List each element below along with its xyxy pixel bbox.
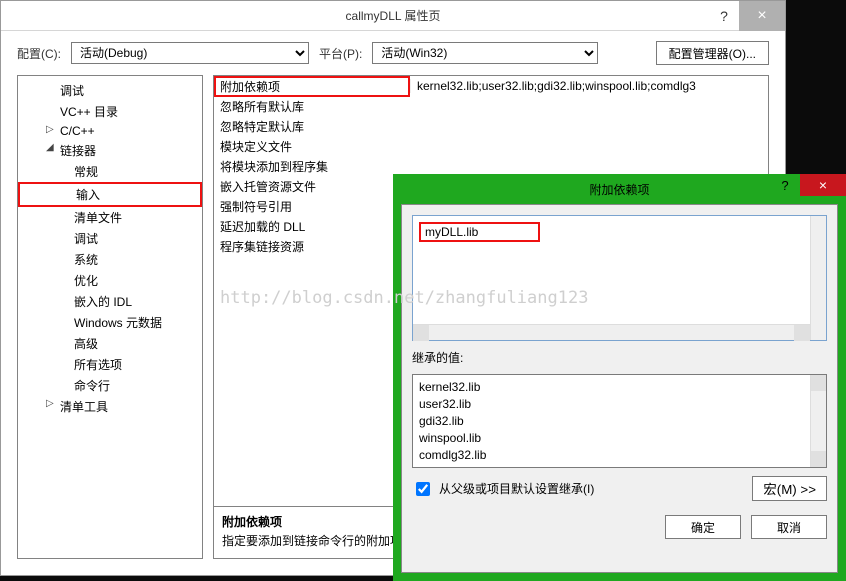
prop-value[interactable]: kernel32.lib;user32.lib;gdi32.lib;winspo… (410, 79, 768, 93)
sub-title: 附加依赖项 (589, 181, 649, 198)
tree-item[interactable]: 清单文件 (18, 207, 202, 228)
tree-item[interactable]: ▷清单工具 (18, 396, 202, 417)
dialog-buttons: 确定 取消 (412, 515, 827, 539)
tree-item[interactable]: ◢链接器 (18, 140, 202, 161)
help-icon[interactable]: ? (770, 174, 800, 196)
property-row[interactable]: 将模块添加到程序集 (214, 156, 768, 176)
chevron-down-icon[interactable]: ◢ (46, 142, 56, 153)
tree-item-input[interactable]: 输入 (18, 182, 202, 207)
deps-edit-box[interactable]: myDLL.lib (412, 215, 827, 341)
tree-item[interactable]: 嵌入的 IDL (18, 291, 202, 312)
desc-text: 指定要添加到链接命令行的附加项。 (222, 534, 414, 548)
category-tree[interactable]: 调试 VC++ 目录 ▷C/C++ ◢链接器 常规 输入 清单文件 调试 系统 … (17, 75, 203, 559)
tree-item[interactable]: VC++ 目录 (18, 101, 202, 122)
chevron-right-icon[interactable]: ▷ (46, 398, 56, 409)
tree-item[interactable]: Windows 元数据 (18, 312, 202, 333)
tree-item[interactable]: 优化 (18, 270, 202, 291)
property-row[interactable]: 附加依赖项 kernel32.lib;user32.lib;gdi32.lib;… (214, 76, 768, 96)
help-icon[interactable]: ? (709, 1, 739, 31)
config-manager-button[interactable]: 配置管理器(O)... (656, 41, 769, 65)
tree-item[interactable]: 调试 (18, 80, 202, 101)
horizontal-scrollbar[interactable] (413, 324, 810, 340)
sub-body: myDLL.lib 继承的值: kernel32.lib user32.lib … (401, 204, 838, 573)
tree-item[interactable]: 所有选项 (18, 354, 202, 375)
config-label: 配置(C): (17, 45, 61, 62)
cancel-button[interactable]: 取消 (751, 515, 827, 539)
inherited-values-box: kernel32.lib user32.lib gdi32.lib winspo… (412, 374, 827, 468)
tree-item[interactable]: 常规 (18, 161, 202, 182)
inherited-value: user32.lib (419, 396, 820, 413)
platform-select[interactable]: 活动(Win32) (372, 42, 598, 64)
sub-window-controls: ? × (770, 174, 846, 196)
tree-item[interactable]: 命令行 (18, 375, 202, 396)
config-select[interactable]: 活动(Debug) (71, 42, 309, 64)
inherited-value: comdlg32.lib (419, 447, 820, 464)
inherit-checkbox[interactable] (416, 482, 430, 496)
vertical-scrollbar[interactable] (810, 375, 826, 467)
inherited-value: gdi32.lib (419, 413, 820, 430)
property-row[interactable]: 忽略特定默认库 (214, 116, 768, 136)
tree-item[interactable]: 系统 (18, 249, 202, 270)
property-row[interactable]: 模块定义文件 (214, 136, 768, 156)
tree-item[interactable]: 高级 (18, 333, 202, 354)
sub-titlebar: 附加依赖项 ? × (393, 174, 846, 204)
chevron-right-icon[interactable]: ▷ (46, 124, 56, 135)
close-icon[interactable]: × (800, 174, 846, 196)
dialog-title: callmyDLL 属性页 (346, 7, 441, 24)
tree-item[interactable]: ▷C/C++ (18, 122, 202, 140)
macro-button[interactable]: 宏(M) >> (752, 476, 827, 501)
window-controls: ? × (709, 1, 785, 31)
inherit-checkbox-text: 从父级或项目默认设置继承(I) (439, 480, 594, 497)
inherit-checkbox-label[interactable]: 从父级或项目默认设置继承(I) (412, 479, 594, 499)
additional-deps-dialog: 附加依赖项 ? × myDLL.lib 继承的值: kernel32.lib u… (393, 174, 846, 581)
ok-button[interactable]: 确定 (665, 515, 741, 539)
inherited-value: kernel32.lib (419, 379, 820, 396)
inherited-label: 继承的值: (412, 349, 827, 366)
config-toolbar: 配置(C): 活动(Debug) 平台(P): 活动(Win32) 配置管理器(… (1, 31, 785, 75)
titlebar: callmyDLL 属性页 ? × (1, 1, 785, 31)
prop-name-additional-deps: 附加依赖项 (214, 76, 410, 97)
platform-label: 平台(P): (319, 45, 362, 62)
tree-item[interactable]: 调试 (18, 228, 202, 249)
deps-entry[interactable]: myDLL.lib (419, 222, 540, 242)
close-icon[interactable]: × (739, 1, 785, 31)
property-row[interactable]: 忽略所有默认库 (214, 96, 768, 116)
inherited-value: winspool.lib (419, 430, 820, 447)
vertical-scrollbar[interactable] (810, 216, 826, 340)
inherit-row: 从父级或项目默认设置继承(I) 宏(M) >> (412, 476, 827, 501)
